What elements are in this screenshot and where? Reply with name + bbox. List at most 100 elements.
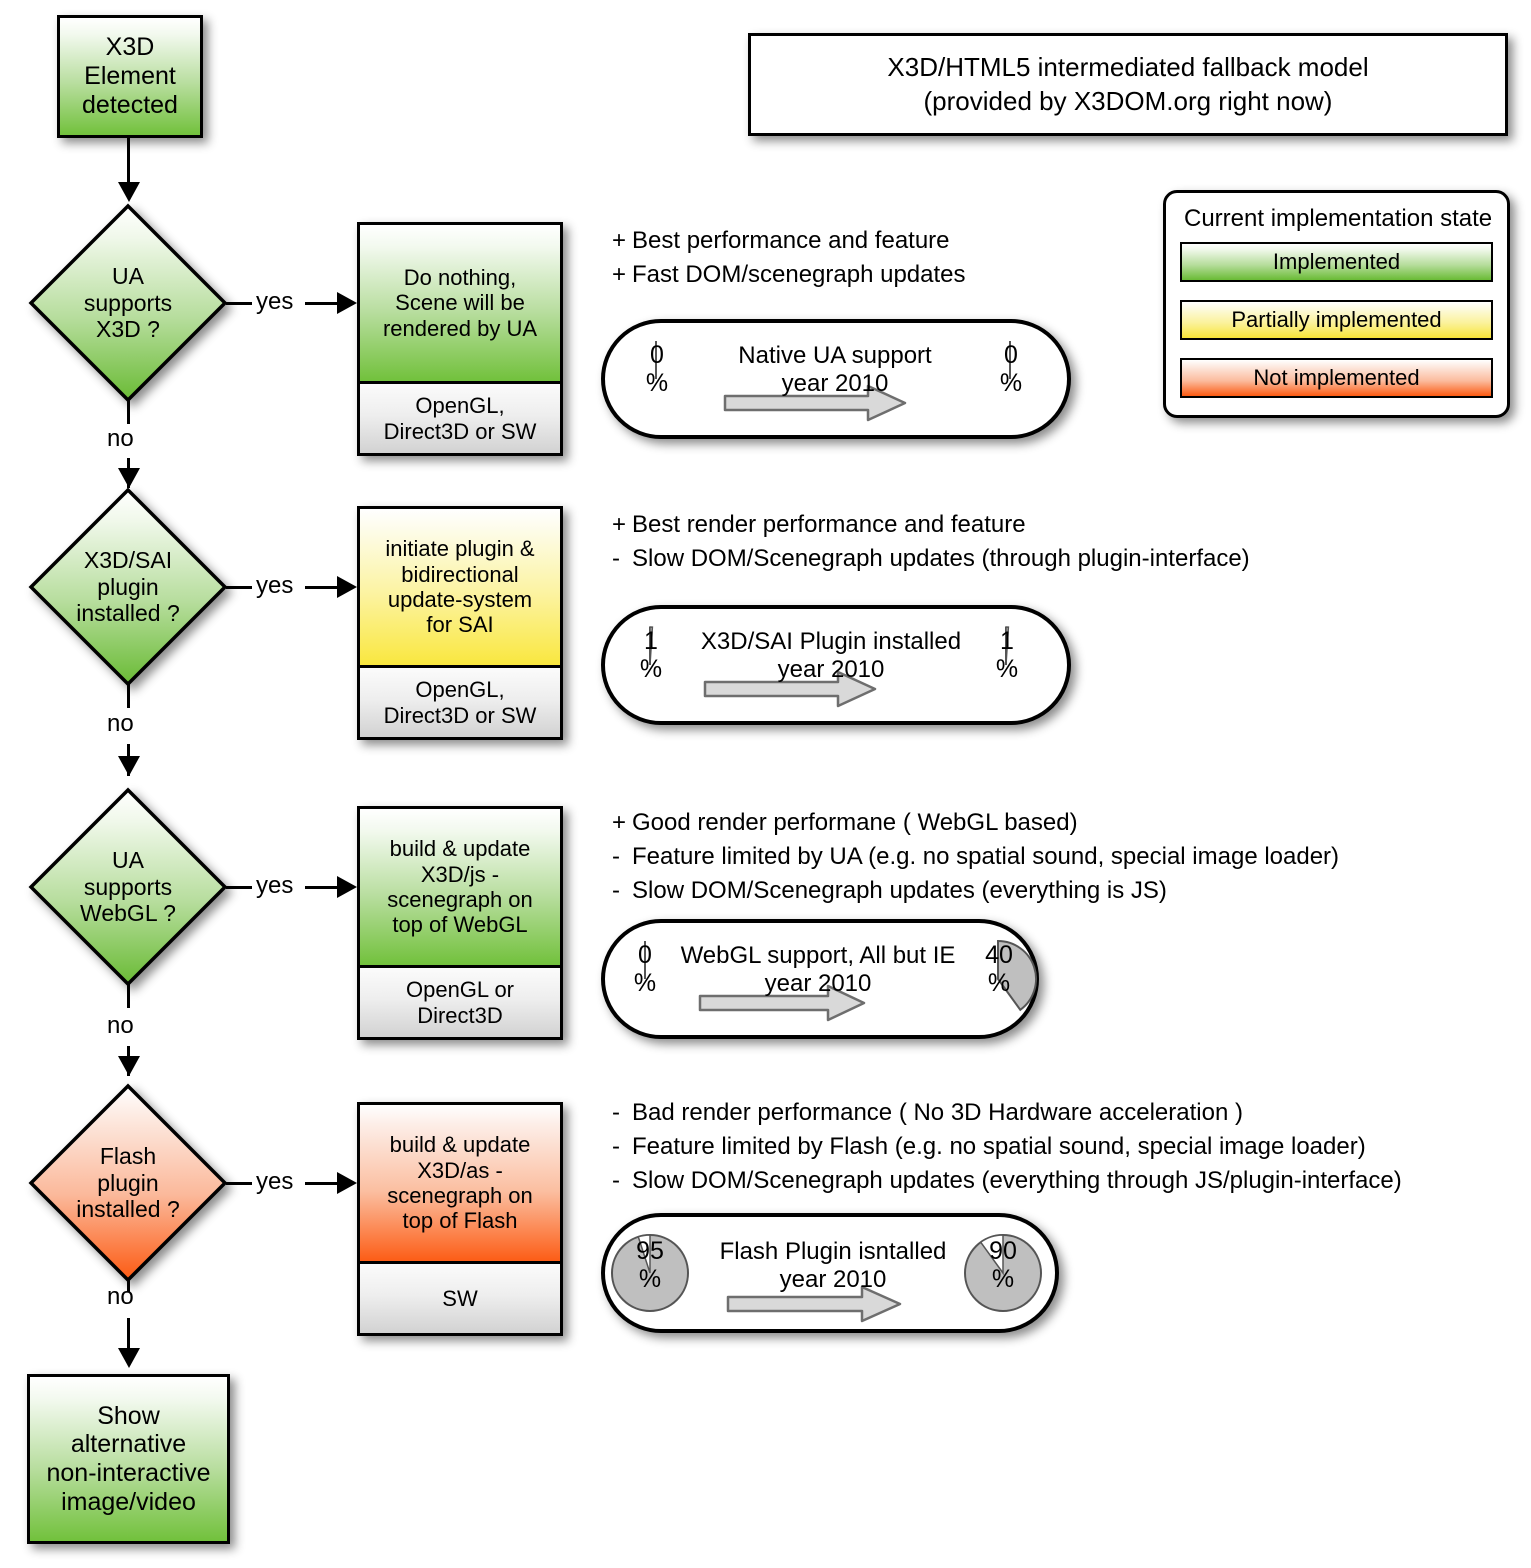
decision-diamond-shape: [28, 787, 228, 987]
annotation-sign: -: [612, 545, 620, 573]
annotation-sign: -: [612, 877, 620, 905]
edge-label-yes: yes: [256, 572, 294, 599]
annotation-sign: -: [612, 1167, 620, 1195]
action-build-update-x3d-js: build & update X3D/js - scenegraph on to…: [357, 806, 563, 1040]
annotation-sign: +: [612, 227, 627, 254]
decision-flash-plugin-installed: Flash plugin installed ?: [28, 1083, 228, 1283]
capsule-shape: [601, 919, 1039, 1039]
connector-decision1-to-action1: [305, 302, 341, 305]
diagram-title-line2: (provided by X3DOM.org right now): [923, 85, 1333, 116]
annotation-item: - Slow DOM/Scenegraph updates (everythin…: [612, 1164, 1402, 1198]
action-line1: build & update: [389, 836, 531, 862]
end-node-line1: Show: [97, 1401, 160, 1430]
action-line2: X3D/as -: [417, 1157, 503, 1183]
action-line2: bidirectional: [401, 561, 519, 587]
decision-diamond-shape: [28, 203, 228, 403]
decision-ua-supports-webgl: UA supports WebGL ?: [28, 787, 228, 987]
arrow-right-icon: [337, 292, 357, 314]
annotation-list-row3: + Good render performane ( WebGL based) …: [612, 806, 1339, 908]
connector-decision2-yes-stub: [226, 586, 252, 589]
annotation-text: Best performance and feature: [632, 227, 950, 254]
arrow-down-icon: [118, 756, 140, 776]
connector-decision3-to-action3: [305, 886, 341, 889]
capsule-shape: [601, 605, 1071, 725]
annotation-item: + Best render performance and feature: [612, 508, 1250, 542]
capsule-shape: [601, 1213, 1059, 1333]
annotation-item: + Best performance and feature: [612, 224, 966, 258]
action-footer-line1: SW: [442, 1285, 478, 1311]
diagram-title-box: X3D/HTML5 intermediated fallback model (…: [748, 33, 1508, 136]
start-node-line1: X3D: [105, 33, 155, 62]
annotation-item: + Good render performane ( WebGL based): [612, 806, 1339, 840]
annotation-item: - Slow DOM/Scenegraph updates (through p…: [612, 542, 1250, 576]
connector-decision3-yes-stub: [226, 886, 252, 889]
edge-label-yes: yes: [256, 288, 294, 315]
action-line3: rendered by UA: [382, 315, 538, 341]
arrow-down-icon: [118, 1348, 140, 1368]
annotation-item: - Feature limited by UA (e.g. no spatial…: [612, 840, 1339, 874]
annotation-text: Bad render performance ( No 3D Hardware …: [632, 1099, 1243, 1126]
legend-item-not-implemented: Not implemented: [1180, 358, 1493, 398]
annotation-text: Feature limited by Flash (e.g. no spatia…: [632, 1133, 1366, 1161]
action-line3: scenegraph on: [387, 1183, 533, 1208]
end-node-line4: image/video: [61, 1487, 196, 1516]
action-line2: Scene will be: [395, 290, 525, 316]
legend-item-label: Partially implemented: [1231, 307, 1442, 332]
action-body: build & update X3D/as - scenegraph on to…: [360, 1105, 560, 1261]
action-body: build & update X3D/js - scenegraph on to…: [360, 809, 560, 965]
arrow-right-icon: [337, 1172, 357, 1194]
diagram-title-line1: X3D/HTML5 intermediated fallback model: [887, 52, 1369, 83]
annotation-text: Best render performance and feature: [632, 511, 1026, 538]
annotation-list-row4: - Bad render performance ( No 3D Hardwar…: [612, 1096, 1402, 1198]
start-node-line2: Element: [84, 62, 176, 91]
end-node-line3: non-interactive: [46, 1459, 211, 1487]
action-do-nothing: Do nothing, Scene will be rendered by UA…: [357, 222, 563, 456]
action-line3: scenegraph on: [387, 887, 533, 912]
stat-capsule-x3d-sai-plugin-installed: X3D/SAI Plugin installed year 2010 1 % 1…: [600, 604, 1072, 726]
connector-decision2-no: [127, 684, 130, 708]
action-footer-line2: Direct3D or SW: [383, 702, 537, 728]
legend-panel: Current implementation state Implemented…: [1163, 190, 1510, 418]
decision-ua-supports-x3d: UA supports X3D ?: [28, 203, 228, 403]
capsule-shape: [601, 319, 1071, 439]
annotation-item: + Fast DOM/scenegraph updates: [612, 258, 966, 292]
end-node-line2: alternative: [70, 1430, 187, 1459]
action-line4: for SAI: [426, 612, 494, 638]
connector-decision4-to-action4: [305, 1182, 341, 1185]
flowchart-canvas: X3D/HTML5 intermediated fallback model (…: [0, 0, 1531, 1568]
legend-item-partially-implemented: Partially implemented: [1180, 300, 1493, 340]
annotation-sign: +: [612, 809, 627, 836]
action-line1: build & update: [389, 1132, 531, 1158]
connector-start-to-decision1: [127, 138, 130, 186]
annotation-text: Slow DOM/Scenegraph updates (everything …: [632, 1167, 1402, 1195]
stat-capsule-native-ua-support: Native UA support year 2010 0 % 0 %: [600, 318, 1072, 440]
arrow-right-icon: [337, 876, 357, 898]
action-line4: top of Flash: [402, 1208, 518, 1234]
action-line2: X3D/js -: [420, 861, 500, 887]
pie-left-95: [611, 1234, 689, 1312]
action-initiate-plugin: initiate plugin & bidirectional update-s…: [357, 506, 563, 740]
action-body: initiate plugin & bidirectional update-s…: [360, 509, 560, 665]
legend-item-implemented: Implemented: [1180, 242, 1493, 282]
action-line1: initiate plugin &: [385, 536, 535, 562]
action-body: Do nothing, Scene will be rendered by UA: [360, 225, 560, 381]
connector-decision3-no: [127, 984, 130, 1008]
annotation-text: Slow DOM/Scenegraph updates (everything …: [632, 877, 1167, 905]
annotation-item: - Bad render performance ( No 3D Hardwar…: [612, 1096, 1402, 1130]
action-line4: top of WebGL: [392, 912, 528, 938]
annotation-text: Slow DOM/Scenegraph updates (through plu…: [632, 545, 1250, 573]
edge-label-no: no: [107, 710, 134, 737]
annotation-list-row2: + Best render performance and feature - …: [612, 508, 1250, 576]
action-footer: OpenGL, Direct3D or SW: [360, 665, 560, 737]
annotation-list-row1: + Best performance and feature + Fast DO…: [612, 224, 966, 292]
connector-decision2-to-action2: [305, 586, 341, 589]
arrow-right-icon: [337, 576, 357, 598]
action-footer: OpenGL or Direct3D: [360, 965, 560, 1037]
connector-decision4-yes-stub: [226, 1182, 252, 1185]
annotation-sign: -: [612, 843, 620, 871]
start-node-line3: detected: [82, 90, 178, 119]
annotation-item: - Slow DOM/Scenegraph updates (everythin…: [612, 874, 1339, 908]
arrow-down-icon: [118, 182, 140, 202]
annotation-text: Good render performane ( WebGL based): [632, 809, 1078, 836]
decision-diamond-shape: [28, 1083, 228, 1283]
